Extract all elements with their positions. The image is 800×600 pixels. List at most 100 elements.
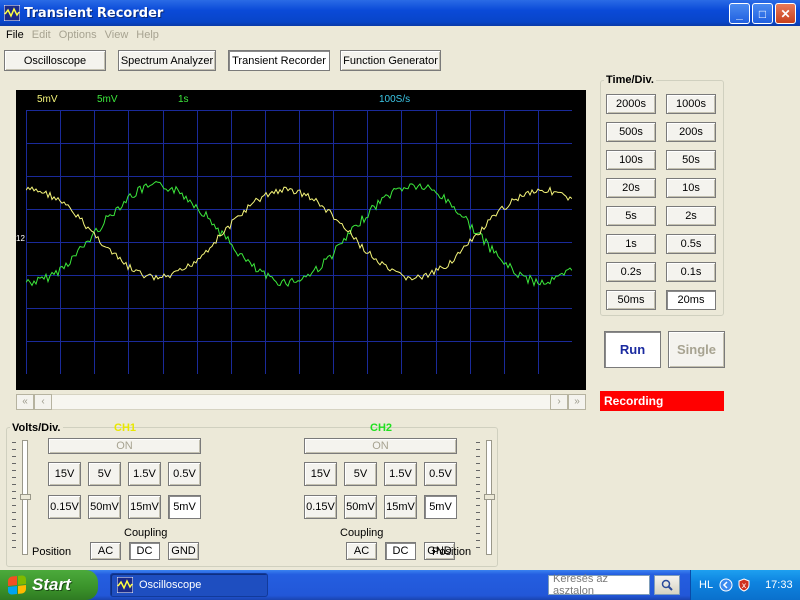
timediv-button-20s[interactable]: 20s [606,178,656,198]
system-tray: HL x 17:33 [690,570,800,600]
single-button[interactable]: Single [668,331,725,368]
ch1-volts-button-1_5V[interactable]: 1.5V [128,462,161,486]
ch2-position-thumb[interactable] [484,494,495,500]
ch1-volts-button-50mV[interactable]: 50mV [88,495,121,519]
search-icon[interactable] [654,575,680,595]
window-title: Transient Recorder [24,5,164,21]
transient-recorder-mode-button[interactable]: Transient Recorder [228,50,330,71]
timediv-button-20ms[interactable]: 20ms [666,290,716,310]
ch1-volts-button-0_15V[interactable]: 0.15V [48,495,81,519]
ch2-volts-button-50mV[interactable]: 50mV [344,495,377,519]
slider-tick [476,533,480,534]
menu-file[interactable]: File [4,29,30,41]
taskbar-item-label: Oscilloscope [139,579,202,591]
slider-tick [12,498,16,499]
ch1-volts-button-5V[interactable]: 5V [88,462,121,486]
volts-div-label: Volts/Div. [10,422,63,434]
ch1-coupling-ac-button[interactable]: AC [90,542,121,560]
ch1-coupling-gnd-button[interactable]: GND [168,542,199,560]
slider-tick [12,449,16,450]
tray-chevron-icon[interactable] [719,578,733,592]
sample-rate-readout: 100S/s [379,94,411,105]
timediv-button-50s[interactable]: 50s [666,150,716,170]
timediv-button-1000s[interactable]: 1000s [666,94,716,114]
menu-view[interactable]: View [103,29,135,41]
taskbar-item-oscilloscope[interactable]: Oscilloscope [110,573,268,597]
time-div-readout: 1s [178,94,189,105]
ch2-volts-button-1_5V[interactable]: 1.5V [384,462,417,486]
title-bar[interactable]: Transient Recorder _ □ ✕ [0,0,800,26]
ch2-coupling-dc-button[interactable]: DC [385,542,416,560]
ch1-volts-button-15mV[interactable]: 15mV [128,495,161,519]
desktop-search-input[interactable]: Keresés az asztalon [548,573,650,597]
slider-tick [476,484,480,485]
spectrum-analyzer-mode-button[interactable]: Spectrum Analyzer [118,50,216,71]
ch2-on-button[interactable]: ON [304,438,457,454]
close-button[interactable]: ✕ [775,3,796,24]
svg-text:x: x [742,581,747,590]
menu-edit[interactable]: Edit [30,29,57,41]
slider-tick [12,505,16,506]
timediv-button-0_5s[interactable]: 0.5s [666,234,716,254]
timediv-button-200s[interactable]: 200s [666,122,716,142]
slider-tick [476,491,480,492]
security-shield-icon[interactable]: x [737,578,751,592]
ch2-volts-button-15V[interactable]: 15V [304,462,337,486]
maximize-button[interactable]: □ [752,3,773,24]
scroll-end-icon[interactable]: » [568,393,586,410]
slider-tick [12,526,16,527]
slider-tick [476,519,480,520]
ch2-volts-button-15mV[interactable]: 15mV [384,495,417,519]
scroll-start-icon[interactable]: « [16,393,34,410]
ch2-coupling-label: Coupling [340,527,384,539]
ch1-volts-button-15V[interactable]: 15V [48,462,81,486]
ch2-volts-readout: 5mV [97,94,118,105]
slider-tick [12,512,16,513]
slider-tick [476,463,480,464]
function-generator-mode-button[interactable]: Function Generator [340,50,441,71]
slider-tick [476,547,480,548]
scroll-right-icon[interactable]: › [550,393,568,410]
run-button[interactable]: Run [604,331,661,368]
timediv-button-50ms[interactable]: 50ms [606,290,656,310]
menu-options[interactable]: Options [57,29,103,41]
ch2-coupling-ac-button[interactable]: AC [346,542,377,560]
ch2-volts-button-5V[interactable]: 5V [344,462,377,486]
slider-tick [476,526,480,527]
timediv-button-1s[interactable]: 1s [606,234,656,254]
scroll-track[interactable] [52,393,550,410]
menu-help[interactable]: Help [134,29,165,41]
ch2-volts-button-0_5V[interactable]: 0.5V [424,462,457,486]
ch1-volts-button-0_5V[interactable]: 0.5V [168,462,201,486]
ch1-position-label: Position [32,546,72,558]
oscilloscope-mode-button[interactable]: Oscilloscope [4,50,106,71]
scroll-left-icon[interactable]: ‹ [34,393,52,410]
scope-plot [26,110,572,374]
ch2-volts-button-0_15V[interactable]: 0.15V [304,495,337,519]
slider-tick [476,498,480,499]
start-button[interactable]: Start [0,570,98,600]
timediv-button-0_2s[interactable]: 0.2s [606,262,656,282]
ch1-volts-button-5mV[interactable]: 5mV [168,495,201,519]
ch2-position-label: Position [432,546,472,558]
timediv-button-10s[interactable]: 10s [666,178,716,198]
ch1-position-thumb[interactable] [20,494,31,500]
timediv-button-100s[interactable]: 100s [606,150,656,170]
timediv-button-5s[interactable]: 5s [606,206,656,226]
scope-display: 5mV 5mV 1s 100S/s 12 [16,90,586,390]
timediv-button-2000s[interactable]: 2000s [606,94,656,114]
ch1-on-button[interactable]: ON [48,438,201,454]
language-indicator[interactable]: HL [699,579,713,591]
minimize-button[interactable]: _ [729,3,750,24]
timediv-button-0_1s[interactable]: 0.1s [666,262,716,282]
scope-grid [26,110,572,374]
slider-tick [12,540,16,541]
timediv-button-2s[interactable]: 2s [666,206,716,226]
menu-bar: File Edit Options View Help [0,26,800,44]
slider-tick [476,505,480,506]
horizontal-scrollbar[interactable]: « ‹ › » [16,393,586,410]
timediv-button-500s[interactable]: 500s [606,122,656,142]
ch1-coupling-dc-button[interactable]: DC [129,542,160,560]
slider-tick [12,519,16,520]
ch2-volts-button-5mV[interactable]: 5mV [424,495,457,519]
